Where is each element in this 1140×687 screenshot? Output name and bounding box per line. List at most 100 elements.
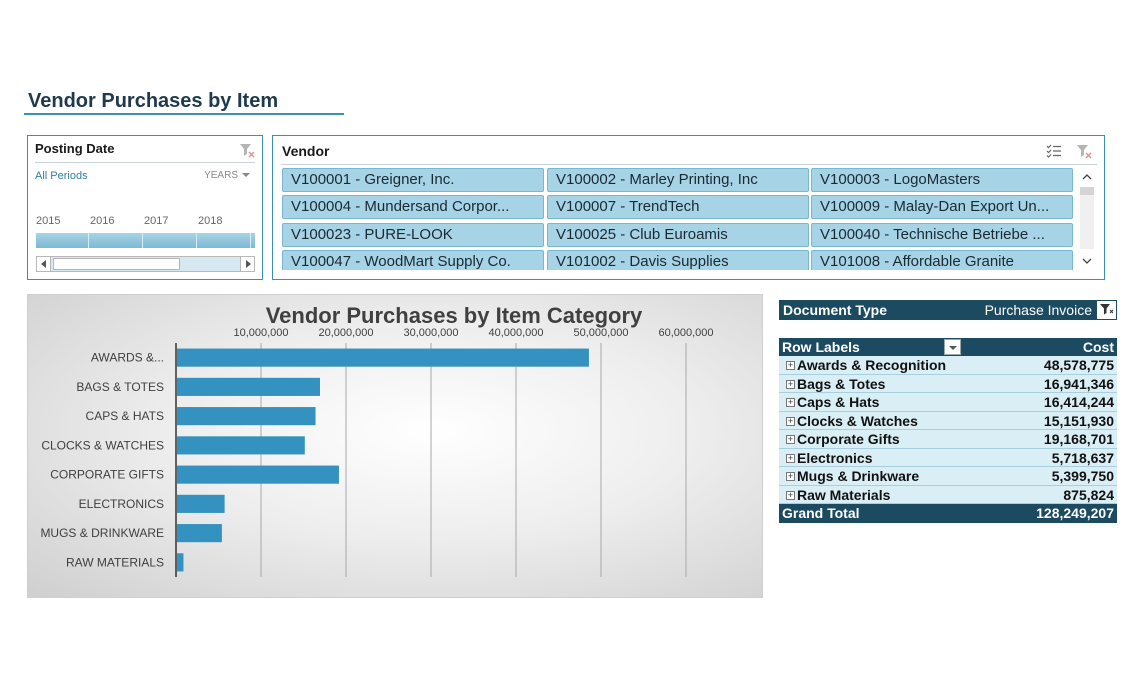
pivot-row: + Caps & Hats 16,414,244 [779, 393, 1117, 412]
row-value: 15,151,930 [1043, 412, 1114, 429]
vendor-item[interactable]: V100023 - PURE-LOOK [282, 223, 544, 247]
timeline-year[interactable]: 2017 [144, 215, 168, 227]
arrow-right-icon [246, 260, 251, 268]
filter-icon [1100, 304, 1114, 315]
y-category-label: ELECTRONICS [79, 497, 164, 511]
pivot-row: + Clocks & Watches 15,151,930 [779, 411, 1117, 430]
row-labels-dropdown[interactable] [944, 339, 961, 355]
vendor-item[interactable]: V100007 - TrendTech [547, 195, 809, 219]
vendor-item[interactable]: V100002 - Marley Printing, Inc [547, 168, 809, 192]
clear-filter-icon[interactable] [1076, 143, 1092, 159]
multi-select-icon[interactable] [1046, 143, 1062, 159]
pivot-row: + Awards & Recognition 48,578,775 [779, 356, 1117, 375]
vendor-item[interactable]: V100009 - Malay-Dan Export Un... [811, 195, 1073, 219]
row-label: Electronics [797, 449, 873, 466]
row-value: 5,718,637 [1051, 449, 1114, 466]
row-label: Awards & Recognition [797, 357, 947, 373]
chevron-down-icon[interactable] [1080, 255, 1094, 267]
timeline-year[interactable]: 2018 [198, 215, 222, 227]
timeline-tick [196, 233, 197, 248]
document-type-filter[interactable]: Document Type Purchase Invoice [779, 300, 1117, 320]
vendor-item[interactable]: V100047 - WoodMart Supply Co. [282, 250, 544, 270]
vendor-item[interactable]: V100003 - LogoMasters [811, 168, 1073, 192]
grand-total-row: Grand Total 128,249,207 [779, 504, 1117, 523]
row-label: Bags & Totes [797, 375, 886, 392]
expand-icon[interactable]: + [786, 435, 795, 444]
timeline-tick [142, 233, 143, 248]
expand-icon[interactable]: + [786, 472, 795, 481]
scroll-right-button[interactable] [240, 257, 254, 271]
bar-chart: Vendor Purchases by Item Category10,000,… [40, 303, 714, 577]
chart-bar [177, 348, 589, 367]
chevron-down-icon [242, 173, 250, 178]
timeline-title: Posting Date [35, 141, 115, 156]
timeline-year[interactable]: 2015 [36, 215, 60, 227]
time-level-dropdown[interactable]: YEARS [204, 170, 250, 181]
row-labels-header: Row Labels [782, 339, 860, 355]
posting-date-timeline[interactable]: Posting Date All Periods YEARS 2015 2016… [27, 135, 263, 280]
clear-filter-icon[interactable] [239, 142, 255, 158]
timeline-year[interactable]: 2016 [90, 215, 114, 227]
timeline-years: 2015 2016 2017 2018 [36, 215, 256, 229]
vendor-items-grid: V100001 - Greigner, Inc. V100002 - Marle… [282, 168, 1073, 270]
vendor-item[interactable]: V100001 - Greigner, Inc. [282, 168, 544, 192]
scroll-left-button[interactable] [37, 257, 51, 271]
expand-icon[interactable]: + [786, 416, 795, 426]
scrollbar-track [1080, 187, 1094, 249]
chart-bar [177, 553, 184, 572]
expand-icon[interactable]: + [786, 379, 795, 389]
row-label: Clocks & Watches [797, 412, 918, 429]
x-tick-label: 60,000,000 [658, 327, 713, 339]
pivot-row: + Raw Materials 875,824 [779, 485, 1117, 504]
chart-bar [177, 465, 339, 484]
pivot-row: + Bags & Totes 16,941,346 [779, 374, 1117, 393]
vendor-item[interactable]: V101002 - Davis Supplies [547, 250, 809, 270]
row-value: 875,824 [1063, 486, 1114, 503]
expand-icon[interactable]: + [786, 361, 795, 370]
row-label: Raw Materials [797, 486, 891, 503]
all-periods-label: All Periods [35, 170, 88, 182]
x-tick-label: 40,000,000 [488, 327, 543, 339]
expand-icon[interactable]: + [786, 453, 795, 463]
y-category-label: AWARDS &... [91, 351, 164, 365]
timeline-selection-band[interactable] [36, 233, 255, 248]
y-category-label: MUGS & DRINKWARE [40, 526, 164, 540]
x-tick-label: 30,000,000 [403, 327, 458, 339]
chart-bar [177, 407, 316, 426]
pivot-table: Row Labels Cost + Awards & Recognition 48,… [779, 338, 1117, 523]
vendor-slicer[interactable]: Vendor V100001 - Greigner, Inc. V100002 … [272, 135, 1105, 280]
chart-bar [177, 377, 321, 396]
vendor-scrollbar[interactable] [1076, 169, 1094, 269]
vendor-item[interactable]: V101008 - Affordable Granite [811, 250, 1073, 270]
timeline-tick [250, 233, 251, 248]
row-value: 16,414,244 [1043, 394, 1114, 410]
time-level-label: YEARS [204, 170, 238, 181]
expand-icon[interactable]: + [786, 490, 795, 500]
row-label: Corporate Gifts [797, 431, 900, 447]
vendor-item[interactable]: V100040 - Technische Betriebe ... [811, 223, 1073, 247]
vendor-item[interactable]: V100025 - Club Euroamis [547, 223, 809, 247]
y-category-label: CORPORATE GIFTS [50, 468, 164, 482]
row-value: 5,399,750 [1051, 468, 1114, 484]
expand-icon[interactable]: + [786, 398, 795, 407]
timeline-header: Posting Date [35, 141, 255, 163]
filter-dropdown-button[interactable] [1096, 301, 1116, 319]
vendor-item[interactable]: V100004 - Mundersand Corpor... [282, 195, 544, 219]
timeline-scrollbar[interactable] [36, 256, 255, 272]
chevron-up-icon[interactable] [1080, 171, 1094, 183]
document-type-value: Purchase Invoice [958, 301, 1096, 319]
scrollbar-thumb[interactable] [1080, 187, 1094, 195]
pivot-header-row: Row Labels Cost [779, 338, 1117, 356]
scrollbar-thumb[interactable] [53, 258, 180, 270]
row-value: 48,578,775 [1043, 357, 1114, 373]
row-label: Caps & Hats [797, 394, 880, 410]
vendor-slicer-title: Vendor [282, 143, 330, 159]
grand-total-label: Grand Total [782, 505, 860, 521]
row-label: Mugs & Drinkware [797, 468, 920, 484]
slicer-header-divider [281, 164, 1097, 165]
row-value: 19,168,701 [1043, 431, 1114, 447]
vendor-purchases-chart: Vendor Purchases by Item Category 10,000,… [27, 294, 763, 598]
grand-total-value: 128,249,207 [1036, 505, 1114, 521]
y-category-label: CAPS & HATS [86, 409, 164, 423]
row-value: 16,941,346 [1043, 375, 1114, 392]
